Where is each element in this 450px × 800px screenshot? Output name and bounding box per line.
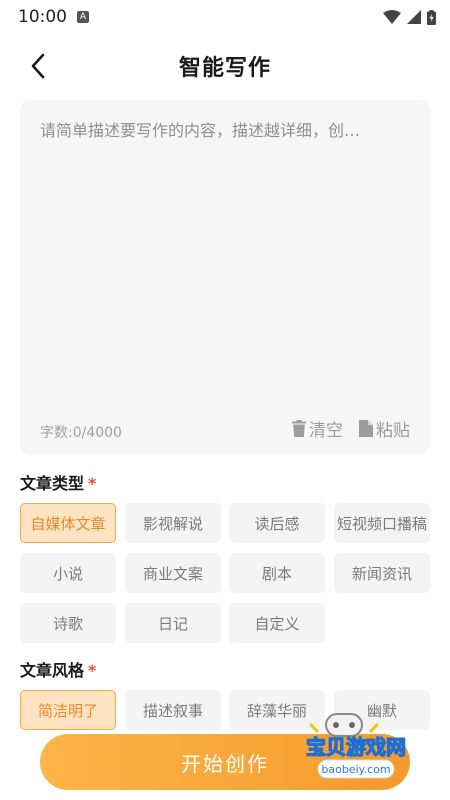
header: 智能写作 xyxy=(0,40,450,92)
chip-type-6[interactable]: 剧本 xyxy=(229,553,325,593)
chip-style-1[interactable]: 描述叙事 xyxy=(125,690,221,730)
paste-button[interactable]: 粘贴 xyxy=(359,416,410,441)
chip-style-3[interactable]: 幽默 xyxy=(334,690,430,730)
paste-label: 粘贴 xyxy=(376,421,410,441)
signal-icon xyxy=(407,10,421,24)
wifi-icon xyxy=(383,10,401,24)
back-button[interactable] xyxy=(20,48,56,84)
chip-type-8[interactable]: 诗歌 xyxy=(20,603,116,643)
chip-type-9[interactable]: 日记 xyxy=(125,603,221,643)
chip-type-7[interactable]: 新闻资讯 xyxy=(334,553,430,593)
clear-label: 清空 xyxy=(309,421,343,441)
chip-type-0[interactable]: 自媒体文章 xyxy=(20,503,116,543)
status-time: 10:00 xyxy=(18,7,67,27)
start-writing-button[interactable]: 开始创作 xyxy=(40,734,410,790)
required-mark: * xyxy=(88,661,97,680)
required-mark: * xyxy=(88,474,97,493)
notification-icon: A xyxy=(77,11,89,23)
chip-type-10[interactable]: 自定义 xyxy=(229,603,325,643)
chip-type-1[interactable]: 影视解说 xyxy=(125,503,221,543)
article-style-label: 文章风格 * xyxy=(20,661,97,680)
editor-tools: 清空 粘贴 xyxy=(292,416,410,441)
word-counter: 字数:0/4000 xyxy=(40,425,122,441)
start-label: 开始创作 xyxy=(181,751,269,776)
battery-icon xyxy=(427,9,436,25)
chip-style-0[interactable]: 简洁明了 xyxy=(20,690,116,730)
chip-style-2[interactable]: 辞藻华丽 xyxy=(229,690,325,730)
document-icon xyxy=(359,420,373,437)
trash-icon xyxy=(292,420,306,437)
article-type-label: 文章类型 * xyxy=(20,474,97,493)
status-icons xyxy=(383,9,436,25)
content-input[interactable] xyxy=(40,118,410,408)
chip-type-5[interactable]: 商业文案 xyxy=(125,553,221,593)
status-bar: 10:00 A xyxy=(0,0,450,34)
chip-type-4[interactable]: 小说 xyxy=(20,553,116,593)
page-title: 智能写作 xyxy=(178,56,271,81)
chip-type-2[interactable]: 读后感 xyxy=(229,503,325,543)
chevron-left-icon xyxy=(31,53,45,79)
editor-box: 字数:0/4000 清空 粘贴 xyxy=(20,100,430,454)
clear-button[interactable]: 清空 xyxy=(292,416,343,441)
chip-type-3[interactable]: 短视频口播稿 xyxy=(334,503,430,543)
